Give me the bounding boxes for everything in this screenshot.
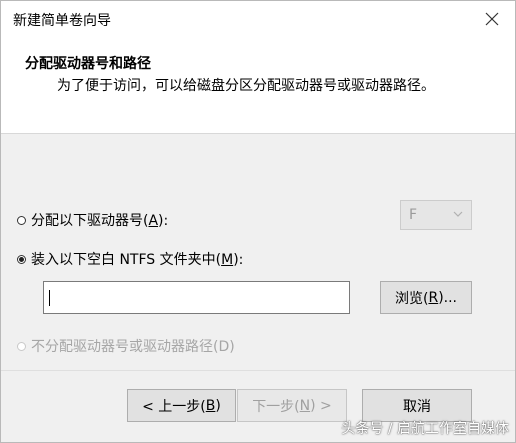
text-caret [49, 290, 50, 306]
folder-path-input[interactable] [43, 281, 350, 314]
assign-letter-label: 分配以下驱动器号(A): [31, 213, 169, 229]
chevron-down-icon [453, 211, 463, 217]
close-button[interactable] [477, 5, 507, 33]
no-assign-label: 不分配驱动器号或驱动器路径(D) [31, 339, 235, 355]
close-icon [485, 12, 499, 26]
browse-button[interactable]: 浏览(R)... [380, 281, 472, 314]
watermark-text: 头条号 / 启航工作室自媒体 [341, 421, 509, 437]
no-assign-radio [17, 341, 26, 351]
assign-letter-radio[interactable] [17, 215, 26, 225]
mount-folder-option[interactable]: 装入以下空白 NTFS 文件夹中(M): [17, 249, 243, 269]
header-subtitle: 为了便于访问，可以给磁盘分区分配驱动器号或驱动器路径。 [57, 78, 435, 94]
no-assign-option: 不分配驱动器号或驱动器路径(D) [17, 336, 235, 356]
header-title: 分配驱动器号和路径 [25, 56, 151, 72]
wizard-window: 新建简单卷向导 分配驱动器号和路径 为了便于访问，可以给磁盘分区分配驱动器号或驱… [0, 0, 516, 443]
mount-folder-label: 装入以下空白 NTFS 文件夹中(M): [31, 252, 244, 268]
mount-folder-radio[interactable] [17, 254, 26, 264]
drive-letter-value: F [409, 207, 418, 223]
next-button: 下一步(N) > [237, 389, 347, 422]
assign-letter-option[interactable]: 分配以下驱动器号(A): [17, 210, 168, 230]
drive-letter-select[interactable]: F [400, 200, 472, 230]
title-bar: 新建简单卷向导 [1, 1, 515, 37]
back-button[interactable]: < 上一步(B) [127, 389, 236, 422]
window-title: 新建简单卷向导 [13, 13, 111, 29]
wizard-header: 分配驱动器号和路径 为了便于访问，可以给磁盘分区分配驱动器号或驱动器路径。 [1, 37, 515, 134]
footer-divider [1, 370, 515, 371]
